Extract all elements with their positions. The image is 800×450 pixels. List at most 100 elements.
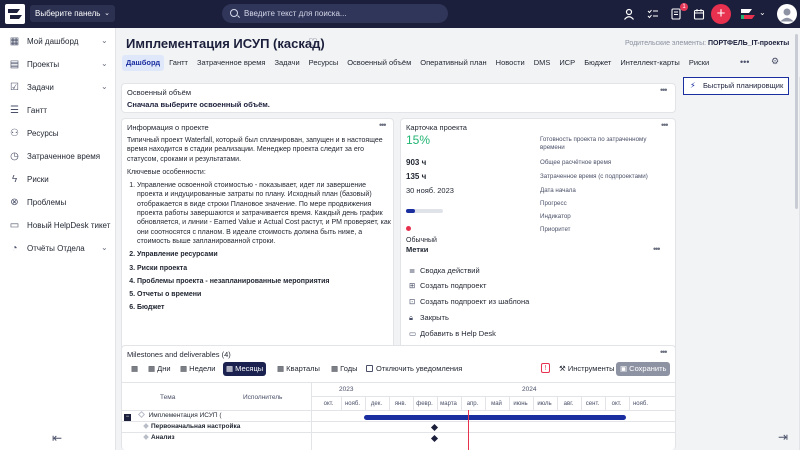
milestone-marker[interactable] — [430, 423, 439, 432]
scale-years-button[interactable]: ▦ Годы — [328, 362, 361, 376]
top-bar: Выберите панель ⌄ Введите текст для поис… — [0, 0, 800, 28]
tools-label: Инструменты — [567, 364, 615, 373]
collapse-icon[interactable]: − — [124, 414, 131, 421]
tab-dashboard[interactable]: Дашборд — [122, 55, 165, 71]
month-label: апр. — [466, 401, 479, 407]
calendar-icon[interactable] — [689, 4, 709, 24]
main-content: Имплементация ИСУП (каскад) ♡ Родительск… — [116, 28, 800, 450]
tab-settings-icon[interactable]: ⚙ — [771, 56, 779, 67]
add-button[interactable]: + — [711, 4, 731, 24]
sidebar-item-reports[interactable]: ◔ Отчёты Отдела ⌄ — [0, 238, 116, 260]
scale-months-button[interactable]: ▦ Месяцы — [223, 362, 267, 376]
gantt-row-milestone[interactable]: Первоначальная настройка — [122, 421, 317, 432]
tab-time[interactable]: Затраченное время — [193, 55, 269, 71]
tab-news[interactable]: Новости — [492, 55, 529, 71]
apps-icon[interactable] — [740, 6, 756, 22]
sidebar-item-problems[interactable]: ⊗ Проблемы — [0, 192, 116, 214]
priority-value: Обычный — [406, 237, 437, 244]
disable-notifications-toggle[interactable]: Отключить уведомления — [363, 362, 465, 376]
project-info-body: Типичный проект Waterfall, который был с… — [127, 136, 392, 317]
action-label: Сводка действий — [420, 266, 480, 275]
grid-divider — [311, 410, 312, 450]
action-add-helpdesk[interactable]: ▭ Добавить в Help Desk — [409, 329, 659, 340]
template-icon: ⊡ — [409, 297, 416, 306]
avatar[interactable] — [777, 4, 797, 24]
apps-chevron-down-icon[interactable]: ⌄ — [759, 8, 766, 17]
tab-resources[interactable]: Ресурсы — [305, 55, 343, 71]
parent-elements-link[interactable]: ПОРТФЕЛЬ_IT-проекты — [708, 40, 789, 47]
indicator-dot — [406, 226, 411, 231]
tab-tasks[interactable]: Задачи — [270, 55, 303, 71]
more-tabs-icon[interactable]: ••• — [740, 57, 749, 67]
tools-button[interactable]: ⚒ Инструменты — [556, 362, 618, 376]
collapse-sidebar-icon[interactable]: ⇤ — [52, 431, 62, 445]
tools-icon: ⚒ — [559, 364, 568, 373]
panel-select[interactable]: Выберите панель ⌄ — [30, 5, 115, 22]
sidebar-item-helpdesk[interactable]: ▭ Новый HelpDesk тикет — [0, 215, 116, 237]
sidebar-item-label: Мой дашборд — [27, 37, 79, 46]
lock-icon: 🔒︎ — [409, 313, 413, 322]
scale-days-button[interactable]: ▦ Дни — [145, 362, 174, 376]
notifications-icon[interactable]: 1 — [666, 3, 688, 24]
tab-mind-maps[interactable]: Интеллект-карты — [616, 55, 683, 71]
project-card-more-icon[interactable]: ••• — [661, 120, 669, 130]
sidebar-item-tasks[interactable]: ☑ Задачи ⌄ — [0, 77, 116, 99]
chevron-down-icon: ⌄ — [101, 243, 108, 252]
sidebar-item-resources[interactable]: ⚇ Ресурсы — [0, 123, 116, 145]
tasks-icon[interactable] — [643, 4, 663, 24]
quick-planner-button[interactable]: ⚡︎ Быстрый планировщик — [683, 77, 789, 95]
reports-icon: ◔ — [11, 243, 18, 254]
grid-divider — [122, 421, 675, 422]
action-create-from-template[interactable]: ⊡ Создать подпроект из шаблона — [409, 297, 659, 308]
project-gantt-bar[interactable] — [364, 415, 626, 420]
search-input[interactable]: Введите текст для поиска... — [222, 4, 448, 23]
tab-dms[interactable]: DMS — [530, 55, 555, 71]
month-label: окт. — [323, 401, 334, 407]
chevron-down-icon: ⌄ — [101, 82, 108, 91]
labels-more-icon[interactable]: ••• — [653, 244, 661, 254]
tab-operational-plan[interactable]: Оперативный план — [416, 55, 490, 71]
gantt-row-project[interactable]: − Имплементация ИСУП ( — [122, 410, 317, 421]
project-info-more-icon[interactable]: ••• — [379, 120, 387, 130]
scrollbar[interactable] — [795, 34, 798, 209]
earned-value-more-icon[interactable]: ••• — [660, 85, 668, 95]
sidebar-item-time[interactable]: ◷ Затраченное время — [0, 146, 116, 168]
action-close[interactable]: 🔒︎ Закрыть — [409, 313, 659, 324]
milestone-marker[interactable] — [430, 434, 439, 443]
calendar-icon: ▦ — [226, 364, 236, 373]
user-icon[interactable] — [619, 4, 639, 24]
gantt-calendar-icon[interactable]: ▦ — [128, 362, 141, 376]
scale-quarters-button[interactable]: ▦ Кварталы — [274, 362, 323, 376]
indicator-label: Индикатор — [540, 213, 571, 220]
tab-wbs[interactable]: ИСР — [555, 55, 579, 71]
warning-icon[interactable]: ! — [541, 363, 550, 373]
earned-value-message: Сначала выберите освоенный объём. — [127, 100, 270, 109]
gantt-row-milestone[interactable]: Анализ — [122, 432, 317, 443]
favorite-heart-icon[interactable]: ♡ — [308, 36, 318, 49]
tab-budget[interactable]: Бюджет — [580, 55, 615, 71]
checkbox[interactable] — [366, 365, 373, 372]
col-assignee: Исполнитель — [243, 394, 283, 401]
sidebar-item-risks[interactable]: ϟ Риски — [0, 169, 116, 191]
priority-label: Приоритет — [540, 226, 571, 233]
app-logo[interactable] — [5, 4, 25, 24]
sidebar-item-projects[interactable]: ▤ Проекты ⌄ — [0, 54, 116, 76]
tab-risks[interactable]: Риски — [685, 55, 713, 71]
milestones-more-icon[interactable]: ••• — [660, 347, 668, 357]
sidebar-item-label: Отчёты Отдела — [27, 244, 85, 253]
sidebar-item-label: Новый HelpDesk тикет — [27, 221, 111, 230]
month-divider — [461, 397, 462, 410]
expand-panel-icon[interactable]: ⇥ — [778, 430, 788, 444]
month-label: февр. — [416, 401, 433, 407]
action-create-subproject[interactable]: ⊞ Создать подпроект — [409, 281, 659, 292]
scale-weeks-button[interactable]: ▦ Недели — [177, 362, 218, 376]
start-date: 30 нояб. 2023 — [406, 186, 454, 195]
action-summary[interactable]: ≣ Сводка действий — [409, 266, 659, 277]
tab-gantt[interactable]: Гантт — [165, 55, 192, 71]
spent-hours: 135 ч — [406, 172, 427, 181]
save-button[interactable]: ▣ Сохранить — [616, 362, 671, 376]
sidebar-item-gantt[interactable]: ☰ Гантт — [0, 100, 116, 122]
tab-earned-value[interactable]: Освоенный объём — [343, 55, 415, 71]
sidebar-item-label: Проекты — [27, 60, 60, 69]
sidebar-item-dashboard[interactable]: ▦ Мой дашборд ⌄ — [0, 31, 116, 53]
